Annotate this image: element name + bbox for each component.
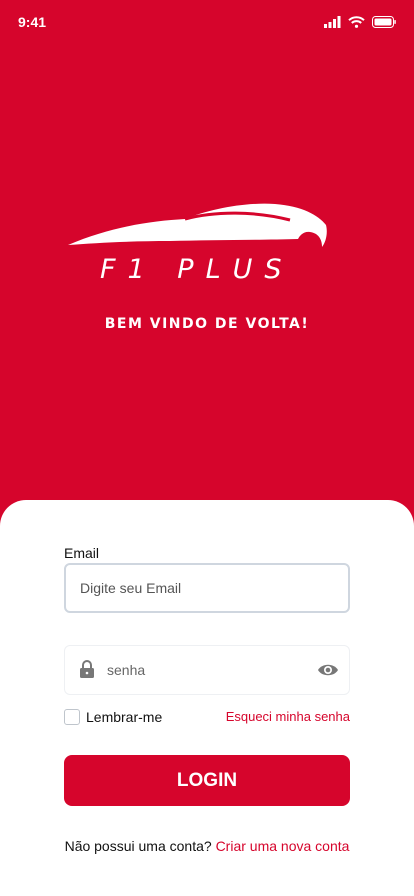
status-icons xyxy=(324,14,396,30)
remember-me-toggle[interactable]: Lembrar-me xyxy=(64,709,162,725)
login-button[interactable]: LOGIN xyxy=(64,755,350,806)
create-account-link[interactable]: Criar uma nova conta xyxy=(216,838,350,854)
logo-text: F1 PLUS xyxy=(100,254,294,285)
welcome-heading: BEM VINDO DE VOLTA! xyxy=(104,316,310,332)
f1-plus-logo: F1 PLUS xyxy=(68,203,327,285)
remember-label: Lembrar-me xyxy=(86,709,163,725)
signup-prompt: Não possui uma conta? Criar uma nova con… xyxy=(0,838,414,854)
status-time: 9:41 xyxy=(18,14,47,30)
remember-checkbox[interactable] xyxy=(64,709,80,725)
status-bar: 9:41 xyxy=(0,0,414,44)
email-input[interactable] xyxy=(80,565,330,611)
email-field[interactable] xyxy=(64,563,350,613)
login-card: Email Lembrar-me Esqueci minha senha LOG… xyxy=(0,500,414,896)
forgot-password-link[interactable]: Esqueci minha senha xyxy=(226,709,350,724)
battery-icon xyxy=(372,16,396,28)
eye-icon[interactable] xyxy=(317,662,339,678)
wifi-icon xyxy=(348,16,365,28)
signal-icon xyxy=(324,16,341,28)
signup-question: Não possui uma conta? xyxy=(64,838,212,854)
lock-icon xyxy=(80,660,94,678)
email-label: Email xyxy=(64,545,100,561)
hero-section: F1 PLUS BEM VINDO DE VOLTA! xyxy=(0,44,414,514)
password-field[interactable] xyxy=(64,645,350,695)
password-input[interactable] xyxy=(107,646,297,694)
